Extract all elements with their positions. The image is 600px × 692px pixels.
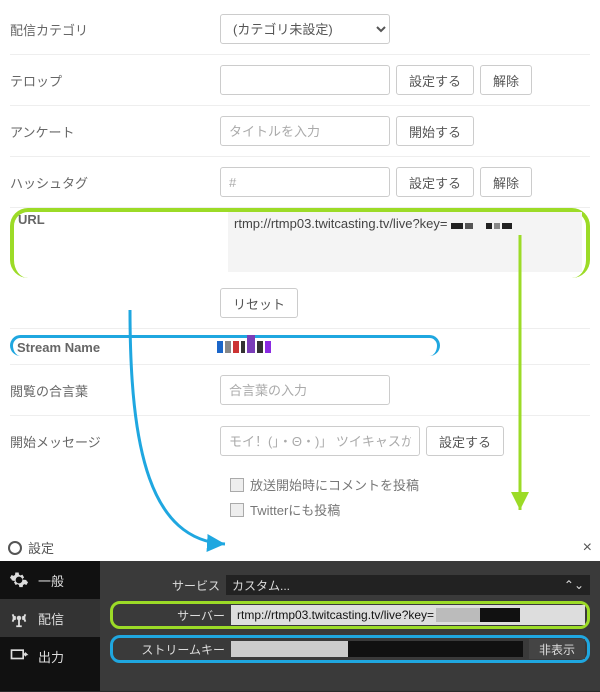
start-message-label: 開始メッセージ	[10, 432, 220, 451]
sidebar-item-label: 配信	[38, 609, 64, 628]
obs-streamkey-input[interactable]	[231, 641, 523, 657]
post-comment-checkbox[interactable]	[230, 478, 244, 492]
url-label: URL	[18, 212, 228, 227]
stream-name-obfuscated	[217, 338, 271, 356]
sidebar-item-stream[interactable]: 配信	[0, 599, 100, 637]
stream-name-label: Stream Name	[17, 340, 217, 355]
sidebar-item-general[interactable]: 一般	[0, 561, 100, 599]
sidebar-item-output[interactable]: 出力	[0, 637, 100, 675]
sidebar-item-label: 出力	[38, 647, 64, 666]
gear-icon	[8, 569, 30, 591]
hashtag-label: ハッシュタグ	[10, 173, 220, 192]
antenna-icon	[8, 607, 30, 629]
obs-server-input[interactable]: rtmp://rtmp03.twitcasting.tv/live?key=	[231, 605, 585, 625]
stream-name-highlight: Stream Name	[10, 335, 440, 356]
obs-settings-window: 設定 × 一般 配信 出力	[0, 534, 600, 692]
start-message-set-button[interactable]: 設定する	[426, 426, 504, 456]
post-comment-label: 放送開始時にコメントを投稿	[250, 475, 419, 494]
obs-service-label: サービス	[110, 577, 220, 594]
start-message-input[interactable]	[220, 426, 420, 456]
obs-hide-button[interactable]: 非表示	[529, 639, 585, 659]
obs-logo-icon	[8, 541, 22, 555]
category-select[interactable]: (カテゴリ未設定)	[220, 14, 390, 44]
post-twitter-label: Twitterにも投稿	[250, 500, 340, 519]
monitor-icon	[8, 645, 30, 667]
enquete-input[interactable]	[220, 116, 390, 146]
obs-streamkey-highlight: ストリームキー 非表示	[110, 635, 590, 663]
obs-title: 設定	[28, 538, 54, 557]
sidebar-item-label: 一般	[38, 571, 64, 590]
obs-server-highlight: サーバー rtmp://rtmp03.twitcasting.tv/live?k…	[110, 601, 590, 629]
enquete-start-button[interactable]: 開始する	[396, 116, 474, 146]
url-obfuscated-tail	[451, 217, 514, 232]
category-label: 配信カテゴリ	[10, 20, 220, 39]
chevron-updown-icon: ⌃⌄	[564, 578, 584, 592]
password-input[interactable]	[220, 375, 390, 405]
hashtag-set-button[interactable]: 設定する	[396, 167, 474, 197]
obs-streamkey-label: ストリームキー	[115, 641, 225, 658]
telop-label: テロップ	[10, 71, 220, 90]
enquete-label: アンケート	[10, 122, 220, 141]
url-highlight: URL rtmp://rtmp03.twitcasting.tv/live?ke…	[10, 208, 590, 278]
hashtag-clear-button[interactable]: 解除	[480, 167, 532, 197]
obs-service-select[interactable]: カスタム... ⌃⌄	[226, 575, 590, 595]
hashtag-input[interactable]	[220, 167, 390, 197]
close-icon[interactable]: ×	[583, 539, 592, 557]
telop-set-button[interactable]: 設定する	[396, 65, 474, 95]
telop-clear-button[interactable]: 解除	[480, 65, 532, 95]
reset-button[interactable]: リセット	[220, 288, 298, 318]
url-value-box: rtmp://rtmp03.twitcasting.tv/live?key=	[228, 212, 582, 272]
telop-input[interactable]	[220, 65, 390, 95]
url-value: rtmp://rtmp03.twitcasting.tv/live?key=	[234, 216, 448, 231]
post-twitter-checkbox[interactable]	[230, 503, 244, 517]
obs-server-obfuscated-tail	[436, 608, 520, 622]
password-label: 閲覧の合言葉	[10, 381, 220, 400]
obs-sidebar: 一般 配信 出力	[0, 561, 100, 691]
obs-server-label: サーバー	[115, 607, 225, 624]
